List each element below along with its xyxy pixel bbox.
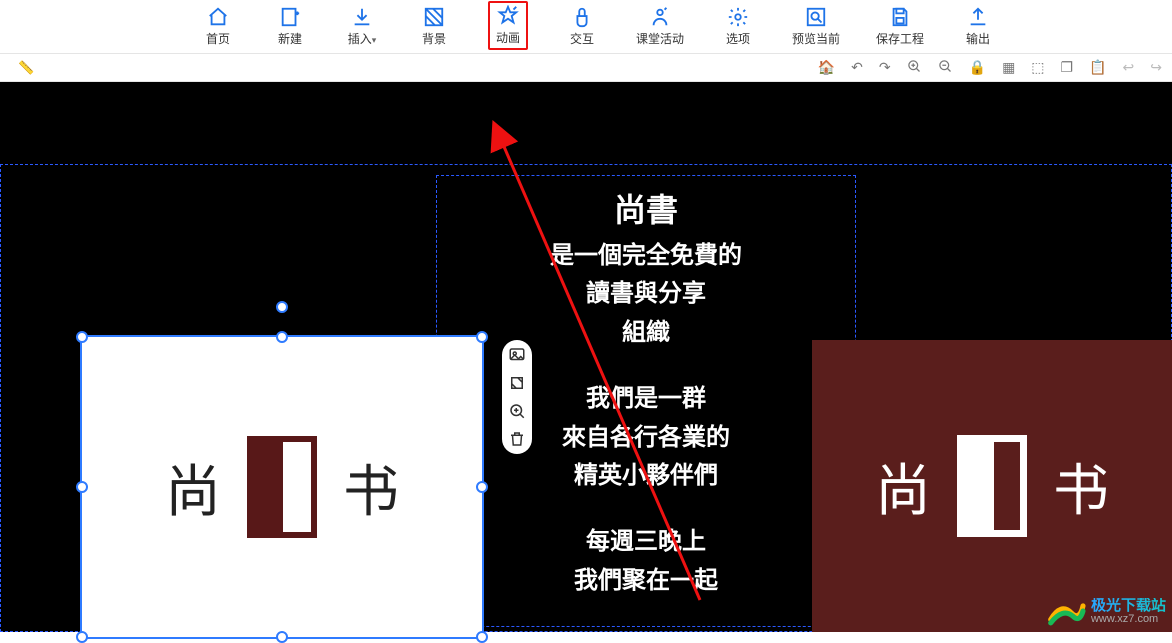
content-line: 精英小夥伴們 [436, 457, 856, 495]
new-icon [279, 6, 301, 28]
background-icon [423, 6, 445, 28]
zoom-out-icon[interactable] [938, 59, 953, 77]
ribbon-save-label: 保存工程 [876, 30, 924, 47]
main-ribbon: 首页 新建 插入▾ 背景 动画 交互 课堂活动 选项 预览当前 保存工程 输出 [0, 0, 1172, 54]
ribbon-home-label: 首页 [206, 30, 230, 47]
handle-n[interactable] [276, 331, 288, 343]
ribbon-options-label: 选项 [726, 30, 750, 47]
gear-icon [727, 6, 749, 28]
handle-rotate[interactable] [276, 301, 288, 313]
ribbon-background-label: 背景 [422, 30, 446, 47]
content-title: 尚書 [436, 185, 856, 231]
content-text-block[interactable]: 尚書 是一個完全免費的 讀書與分享 組織 我們是一群 來自各行各業的 精英小夥伴… [436, 185, 856, 600]
star-icon [497, 5, 519, 27]
image-canvas: 尚 书 [82, 337, 482, 637]
lock-icon[interactable]: 🔒 [969, 59, 986, 76]
crop-tool-icon[interactable] [508, 374, 526, 392]
canvas-stage[interactable]: 尚書 是一個完全免費的 讀書與分享 組織 我們是一群 來自各行各業的 精英小夥伴… [0, 82, 1172, 632]
undo-icon[interactable]: ↶ [851, 59, 863, 76]
ribbon-insert[interactable]: 插入▾ [344, 6, 380, 47]
content-line: 每週三晚上 [436, 523, 856, 561]
forward-icon[interactable]: ↪ [1150, 59, 1162, 76]
handle-e[interactable] [476, 481, 488, 493]
content-line: 是一個完全免費的 [436, 237, 856, 275]
grid-icon[interactable]: ▦ [1002, 59, 1015, 76]
ribbon-interact[interactable]: 交互 [564, 6, 600, 47]
ribbon-new-label: 新建 [278, 30, 302, 47]
save-icon [889, 6, 911, 28]
ribbon-background[interactable]: 背景 [416, 6, 452, 47]
logo-char-right: 书 [1053, 446, 1109, 527]
ribbon-home[interactable]: 首页 [200, 6, 236, 47]
handle-s[interactable] [276, 631, 288, 643]
handle-se[interactable] [476, 631, 488, 643]
ribbon-animation[interactable]: 动画 [488, 1, 528, 50]
handle-w[interactable] [76, 481, 88, 493]
ribbon-preview[interactable]: 预览当前 [792, 6, 840, 47]
ribbon-options[interactable]: 选项 [720, 6, 756, 47]
home-icon [207, 6, 229, 28]
home-small-icon[interactable]: 🏠 [818, 59, 835, 76]
export-icon [967, 6, 989, 28]
ribbon-class-activity[interactable]: 课堂活动 [636, 6, 684, 47]
ribbon-new[interactable]: 新建 [272, 6, 308, 47]
ribbon-preview-label: 预览当前 [792, 30, 840, 47]
sub-toolbar: 📏 🏠 ↶ ↷ 🔒 ▦ ⬚ ❐ 📋 ↩ ↪ [0, 54, 1172, 82]
ruler-icon[interactable]: 📏 [18, 60, 34, 76]
door-icon [953, 431, 1031, 541]
delete-tool-icon[interactable] [508, 430, 526, 448]
handle-nw[interactable] [76, 331, 88, 343]
back-icon[interactable]: ↩ [1123, 59, 1135, 76]
zoom-in-icon[interactable] [907, 59, 922, 77]
logo-char-left: 尚 [165, 447, 221, 528]
door-icon [243, 432, 321, 542]
paste-icon[interactable]: 📋 [1089, 59, 1106, 76]
insert-icon [351, 6, 373, 28]
selected-image[interactable]: 尚 书 [82, 337, 482, 637]
content-line: 來自各行各業的 [436, 419, 856, 457]
ribbon-interact-label: 交互 [570, 30, 594, 47]
ribbon-animation-label: 动画 [496, 29, 520, 46]
ribbon-insert-label: 插入▾ [348, 30, 377, 47]
floating-tool-pill [502, 340, 532, 454]
content-line: 讀書與分享 [436, 275, 856, 313]
right-image-panel[interactable]: 尚 书 [812, 340, 1172, 632]
ai-icon[interactable]: ⬚ [1031, 59, 1044, 76]
chevron-down-icon: ▾ [372, 35, 377, 45]
logo-char-right: 书 [343, 447, 399, 528]
content-line: 組織 [436, 314, 856, 352]
ribbon-export[interactable]: 输出 [960, 6, 996, 47]
image-tool-icon[interactable] [508, 346, 526, 364]
ribbon-export-label: 输出 [966, 30, 990, 47]
ribbon-save[interactable]: 保存工程 [876, 6, 924, 47]
preview-icon [805, 6, 827, 28]
handle-sw[interactable] [76, 631, 88, 643]
handle-ne[interactable] [476, 331, 488, 343]
ribbon-class-label: 课堂活动 [636, 30, 684, 47]
content-line: 我們聚在一起 [436, 562, 856, 600]
content-line: 我們是一群 [436, 380, 856, 418]
interact-icon [571, 6, 593, 28]
zoom-tool-icon[interactable] [508, 402, 526, 420]
person-icon [649, 6, 671, 28]
logo-char-left: 尚 [875, 446, 931, 527]
copy-icon[interactable]: ❐ [1061, 59, 1074, 76]
redo-icon[interactable]: ↷ [879, 59, 891, 76]
